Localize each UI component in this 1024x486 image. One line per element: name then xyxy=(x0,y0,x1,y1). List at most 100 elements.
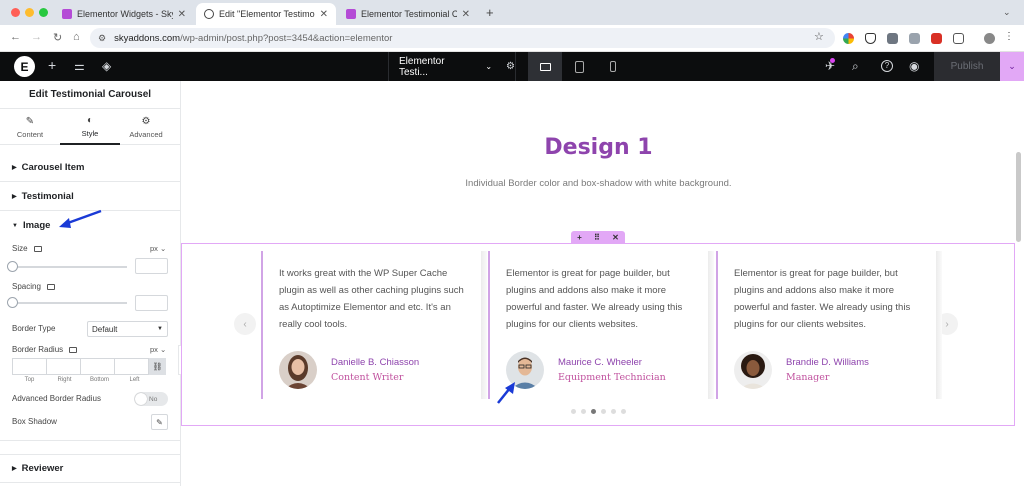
dimension-labels: Top Right Bottom Left xyxy=(12,377,152,383)
tab-advanced[interactable]: ⚙ Advanced xyxy=(116,109,176,145)
radius-right-input[interactable] xyxy=(46,358,81,375)
size-input[interactable] xyxy=(135,258,168,274)
reviewer-info: Maurice C. Wheeler Equipment Technician xyxy=(558,357,666,383)
section-testimonial[interactable]: ▶ Testimonial xyxy=(0,182,180,211)
desktop-responsive-icon[interactable] xyxy=(33,245,42,252)
publish-button[interactable]: Publish xyxy=(934,52,1000,81)
advanced-border-radius-label: Advanced Border Radius xyxy=(12,394,101,403)
mobile-view-button[interactable] xyxy=(596,52,630,81)
desktop-icon xyxy=(539,62,551,71)
radius-bottom-input[interactable] xyxy=(80,358,115,375)
canvas-scrollbar[interactable] xyxy=(1016,152,1021,242)
red-extension-icon[interactable] xyxy=(931,33,942,44)
home-icon[interactable]: ⌂ xyxy=(73,31,80,43)
testimonial-card: Elementor is great for page builder, but… xyxy=(716,251,942,399)
document-title-dropdown[interactable]: Elementor Testi... ⌄ ⚙ xyxy=(388,52,516,81)
radius-left-input[interactable] xyxy=(114,358,149,375)
reviewer-name: Maurice C. Wheeler xyxy=(558,357,642,368)
browser-tab-1[interactable]: Elementor Widgets - Sky Addo ✕ xyxy=(54,3,194,25)
help-icon[interactable]: ? xyxy=(881,60,893,72)
border-type-select[interactable]: Default ▼ xyxy=(87,321,168,337)
border-radius-unit-select[interactable]: px ⌄ xyxy=(150,345,166,354)
section-handle[interactable]: + ⠿ ✕ xyxy=(571,231,625,243)
carousel-prev-arrow-icon[interactable]: ‹ xyxy=(234,313,256,335)
maximize-window-button[interactable] xyxy=(39,8,48,17)
add-section-icon[interactable]: + xyxy=(577,233,582,242)
shield-extension-icon[interactable] xyxy=(865,33,876,44)
section-label: Carousel Item xyxy=(21,161,85,173)
reviewer-role: Content Writer xyxy=(331,372,404,383)
browser-tab-3[interactable]: Elementor Testimonial Carous ✕ xyxy=(338,3,478,25)
elementor-logo-icon[interactable]: E xyxy=(14,56,35,77)
control-label: Border Type xyxy=(12,324,56,333)
section-reviewer[interactable]: ▶ Reviewer xyxy=(0,454,180,483)
design-heading[interactable]: Design 1 xyxy=(181,135,1016,160)
tab-content[interactable]: ✎ Content xyxy=(0,109,60,145)
extension-icon[interactable] xyxy=(887,33,898,44)
minimize-window-button[interactable] xyxy=(25,8,34,17)
browser-tab-2[interactable]: Edit "Elementor Testimonial C ✕ xyxy=(196,3,336,25)
tab-list-chevron-icon[interactable]: ⌄ xyxy=(1003,7,1011,18)
section-image[interactable]: ▼ Image xyxy=(0,211,180,240)
preview-eye-icon[interactable]: ◉ xyxy=(909,59,919,73)
extension-icon[interactable] xyxy=(909,33,920,44)
carousel-dot[interactable] xyxy=(571,409,576,414)
close-tab-icon[interactable]: ✕ xyxy=(320,9,328,20)
radius-top-input[interactable] xyxy=(12,358,47,375)
add-element-icon[interactable]: + xyxy=(48,57,56,73)
carousel-dot[interactable] xyxy=(581,409,586,414)
reload-icon[interactable]: ↻ xyxy=(53,31,62,44)
spacing-slider-handle[interactable] xyxy=(7,297,18,308)
forward-icon[interactable]: → xyxy=(31,31,42,43)
control-label: Advanced Border Radius xyxy=(12,394,101,403)
panel-title: Edit Testimonial Carousel xyxy=(0,81,180,109)
close-tab-icon[interactable]: ✕ xyxy=(178,9,186,20)
bookmark-star-icon[interactable]: ☆ xyxy=(814,30,824,43)
settings-sliders-icon[interactable]: ⚌ xyxy=(74,59,85,73)
size-slider-handle[interactable] xyxy=(7,261,18,272)
tab-style[interactable]: ◐ Style xyxy=(60,109,120,145)
close-tab-icon[interactable]: ✕ xyxy=(462,9,470,20)
search-icon[interactable]: ⌕ xyxy=(852,59,859,74)
dim-label-top: Top xyxy=(24,377,35,383)
box-shadow-edit-icon[interactable]: ✎ xyxy=(151,414,168,430)
link-values-icon[interactable]: ⛓ xyxy=(149,358,166,375)
site-settings-icon[interactable]: ⚙ xyxy=(98,33,106,44)
desktop-responsive-icon[interactable] xyxy=(46,283,55,290)
size-unit-select[interactable]: px ⌄ xyxy=(150,244,166,253)
toggle-label: No xyxy=(149,395,158,403)
url-bar[interactable]: ⚙ skyaddons.com/wp-admin/post.php?post=3… xyxy=(90,28,835,48)
caret-down-icon: ▼ xyxy=(12,222,18,229)
carousel-dot[interactable] xyxy=(611,409,616,414)
drag-handle-icon[interactable]: ⠿ xyxy=(594,233,600,242)
carousel-dot[interactable] xyxy=(601,409,606,414)
testimonial-text: Elementor is great for page builder, but… xyxy=(734,268,911,330)
layers-icon[interactable]: ◈ xyxy=(102,59,111,73)
contrast-icon: ◐ xyxy=(86,114,94,126)
tablet-view-button[interactable] xyxy=(562,52,596,81)
design-subheading[interactable]: Individual Border color and box-shadow w… xyxy=(181,178,1016,189)
delete-section-icon[interactable]: ✕ xyxy=(612,233,619,242)
carousel-dot[interactable] xyxy=(591,409,596,414)
back-icon[interactable]: ← xyxy=(10,31,21,43)
page-settings-gear-icon[interactable]: ⚙ xyxy=(506,61,515,72)
section-carousel-item[interactable]: ▶ Carousel Item xyxy=(0,153,180,182)
close-window-button[interactable] xyxy=(11,8,20,17)
desktop-view-button[interactable] xyxy=(528,52,562,81)
chrome-extension-icon[interactable] xyxy=(843,33,854,44)
spacing-slider-track[interactable] xyxy=(12,302,127,304)
browser-menu-icon[interactable]: ⋮ xyxy=(1004,31,1014,42)
border-radius-label: Border Radius xyxy=(12,345,78,354)
puzzle-extensions-icon[interactable] xyxy=(953,33,964,44)
profile-avatar[interactable] xyxy=(984,33,995,44)
publish-options-chevron-icon[interactable]: ⌄ xyxy=(1000,52,1024,81)
border-radius-dimensions: ⛓ xyxy=(12,358,166,375)
box-shadow-label: Box Shadow xyxy=(12,417,57,426)
spacing-input[interactable] xyxy=(135,295,168,311)
desktop-responsive-icon[interactable] xyxy=(69,346,78,353)
size-slider-track[interactable] xyxy=(12,266,127,268)
globe-favicon-icon xyxy=(204,9,214,19)
carousel-dot[interactable] xyxy=(621,409,626,414)
advanced-border-radius-toggle[interactable]: No xyxy=(134,392,168,406)
new-tab-button[interactable]: + xyxy=(486,5,494,20)
